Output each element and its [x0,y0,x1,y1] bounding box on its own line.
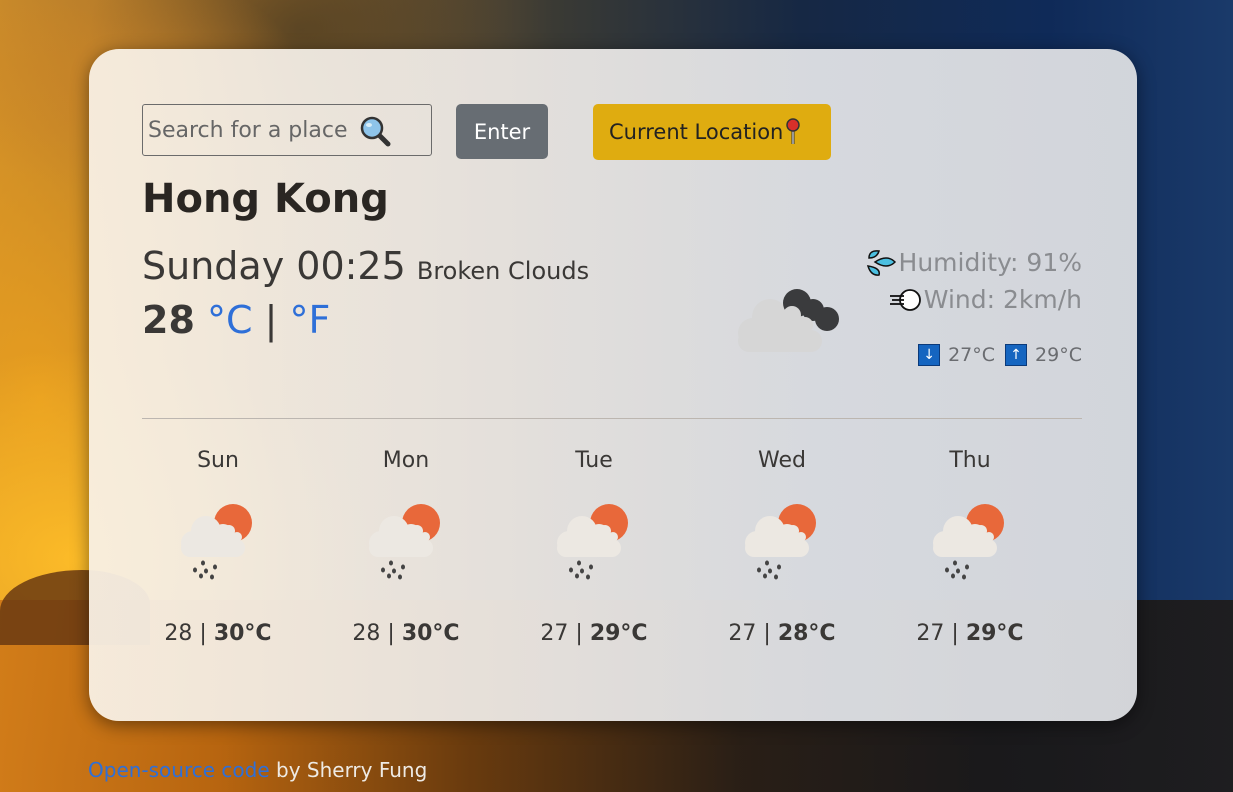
forecast-low: 27 [916,621,945,646]
forecast-high: 29°C [589,621,648,646]
forecast-day: Sun 28 | 30°C [124,448,312,646]
down-arrow-icon: ↓ [918,344,941,366]
search-field[interactable] [142,104,432,156]
min-max-temperature: ↓ 27°C ↑ 29°C [908,344,1082,366]
magnifying-glass-icon[interactable] [359,115,391,147]
sun-cloud-rain-icon [181,504,252,580]
min-temperature: 27°C [948,344,996,366]
forecast-day: Mon 28 | 30°C [312,448,500,646]
day-time: Sunday 00:25 [142,244,406,288]
wind-face-icon [889,288,921,311]
forecast-list: Sun 28 | 30°C Mon 28 | 30°C Tue 27 | 29°… [124,448,1064,646]
enter-button[interactable]: Enter [456,104,548,159]
forecast-temperature: 28 | 30°C [352,621,460,646]
forecast-high: 30°C [213,621,272,646]
sun-cloud-rain-icon [745,504,816,580]
footer: Open-source code by Sherry Fung [88,758,427,782]
forecast-day: Wed 27 | 28°C [688,448,876,646]
footer-author: by Sherry Fung [269,758,428,782]
humidity-row: Humidity: 91% [865,244,1082,281]
forecast-day-name: Thu [949,448,991,473]
forecast-temperature: 27 | 29°C [540,621,648,646]
broken-clouds-icon [738,289,839,352]
forecast-low: 28 [164,621,193,646]
forecast-day-name: Wed [758,448,806,473]
celsius-link[interactable]: °C [207,298,253,342]
weather-details: Humidity: 91% Wind: 2km/h [865,244,1082,318]
droplets-icon [866,249,896,276]
round-pushpin-icon [786,118,801,144]
current-location-button[interactable]: Current Location [593,104,831,160]
divider [142,418,1082,419]
open-source-link[interactable]: Open-source code [88,758,270,782]
forecast-day: Tue 27 | 29°C [500,448,688,646]
sun-cloud-rain-icon [369,504,440,580]
current-temperature: 28 [142,298,195,342]
forecast-low: 27 [540,621,569,646]
sun-cloud-rain-icon [933,504,1004,580]
forecast-temperature: 27 | 28°C [728,621,836,646]
humidity-value: Humidity: 91% [898,248,1082,277]
forecast-day-name: Sun [197,448,239,473]
unit-separator: | [264,298,278,342]
temperature-line: 28 °C | °F [142,298,330,342]
forecast-low: 28 [352,621,381,646]
search-input[interactable] [148,117,358,143]
forecast-temperature: 27 | 29°C [916,621,1024,646]
forecast-high: 28°C [777,621,836,646]
wind-value: Wind: 2km/h [923,285,1082,314]
max-temperature: 29°C [1035,344,1082,366]
weather-description: Broken Clouds [416,257,590,285]
forecast-high: 30°C [401,621,460,646]
up-arrow-icon: ↑ [1005,344,1028,366]
fahrenheit-link[interactable]: °F [290,298,331,342]
forecast-temperature: 28 | 30°C [164,621,272,646]
date-time-line: Sunday 00:25 Broken Clouds [142,244,589,288]
forecast-low: 27 [728,621,757,646]
current-location-label: Current Location [609,120,784,144]
forecast-high: 29°C [965,621,1024,646]
city-name: Hong Kong [142,176,389,222]
sun-cloud-rain-icon [557,504,628,580]
forecast-day-name: Tue [575,448,613,473]
forecast-day-name: Mon [382,448,430,473]
wind-row: Wind: 2km/h [865,281,1082,318]
forecast-day: Thu 27 | 29°C [876,448,1064,646]
